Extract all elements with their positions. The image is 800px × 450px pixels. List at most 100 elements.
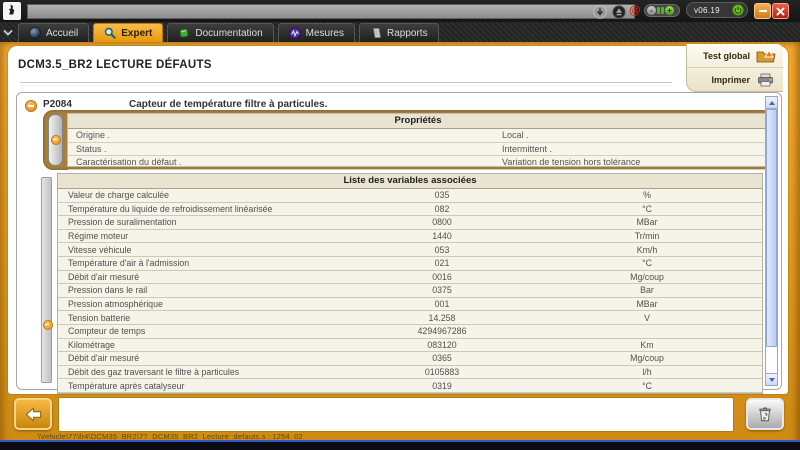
- scroll-down-icon: [769, 378, 775, 382]
- variable-row: Débit d'air mesuré0365Mg/coup: [58, 352, 762, 366]
- variable-name: Température d'air à l'admission: [58, 258, 352, 268]
- print-label: Imprimer: [711, 75, 750, 85]
- variable-name: Débit d'air mesuré: [58, 353, 352, 363]
- tab-bar-tabs: Accueil Expert Documentation Mesures Rapport…: [18, 23, 439, 42]
- properties-container: Propriétés Origine .Local .Status .Inter…: [43, 110, 773, 170]
- variable-row: Température du liquide de refroidissemen…: [58, 203, 762, 217]
- variable-unit: Km: [532, 340, 762, 350]
- home-icon: [29, 27, 41, 39]
- book-icon: [178, 27, 190, 39]
- collapse-fault-icon[interactable]: [25, 100, 37, 112]
- variable-value: 0800: [352, 217, 532, 227]
- variable-name: Pression dans le rail: [58, 285, 352, 295]
- wave-icon: [289, 27, 301, 39]
- variable-unit: Km/h: [532, 245, 762, 255]
- download-icon[interactable]: [592, 4, 607, 19]
- zoom-level-bar: [661, 7, 664, 14]
- variable-value: 0375: [352, 285, 532, 295]
- test-global-label: Test global: [703, 51, 750, 61]
- print-button[interactable]: Imprimer: [687, 68, 783, 91]
- tab-mesures[interactable]: Mesures: [278, 23, 355, 42]
- variable-unit: Bar: [532, 285, 762, 295]
- variable-row: Pression de suralimentation0800MBar: [58, 216, 762, 230]
- variable-unit: V: [532, 313, 762, 323]
- variables-table: Liste des variables associées Valeur de …: [57, 173, 763, 394]
- tab-label: Accueil: [46, 28, 78, 39]
- diagnostic-app-window: @ - + v06.19 Accueil Expert Documentation M…: [0, 0, 800, 450]
- variable-unit: MBar: [532, 217, 762, 227]
- actions-panel: Test global Imprimer: [686, 44, 783, 92]
- variable-value: 14.258: [352, 313, 532, 323]
- zoom-out-button[interactable]: -: [647, 6, 656, 15]
- title-bar: @ - + v06.19: [0, 0, 800, 22]
- tab-label: Rapports: [387, 28, 428, 39]
- zoom-in-button[interactable]: +: [665, 6, 674, 15]
- scroll-down-button[interactable]: [766, 373, 777, 385]
- variable-row: Compteur de temps4294967286: [58, 325, 762, 339]
- variable-value: 0105883: [352, 367, 532, 377]
- properties-side-button[interactable]: [48, 114, 63, 166]
- scrollbar-thumb[interactable]: [766, 109, 777, 347]
- variable-row: Pression atmosphérique001MBar: [58, 298, 762, 312]
- version-indicator: v06.19: [686, 2, 748, 18]
- tab-rapports[interactable]: Rapports: [359, 23, 439, 42]
- lion-icon: [5, 2, 19, 21]
- magnifier-icon: [104, 27, 116, 39]
- variable-name: Kilométrage: [58, 340, 352, 350]
- tab-label: Expert: [121, 28, 152, 39]
- variable-row: Débit d'air mesuré0016Mg/coup: [58, 271, 762, 285]
- collapse-variables-icon[interactable]: [43, 320, 53, 330]
- trash-icon: [756, 405, 774, 423]
- property-value: Local .: [502, 130, 768, 140]
- variable-row: Valeur de charge calculée035%: [58, 189, 762, 203]
- property-label: Origine .: [68, 130, 502, 140]
- variable-unit: °C: [532, 381, 762, 391]
- variables-table-title: Liste des variables associées: [58, 174, 762, 189]
- collapse-properties-icon[interactable]: [51, 135, 61, 145]
- variable-row: Pression dans le rail0375Bar: [58, 284, 762, 298]
- minimize-button[interactable]: [754, 3, 771, 19]
- back-button[interactable]: [14, 398, 52, 430]
- eject-icon[interactable]: [611, 4, 626, 19]
- variable-value: 1440: [352, 231, 532, 241]
- variable-row: Température après catalyseur0319°C: [58, 379, 762, 393]
- variable-name: Pression de suralimentation: [58, 217, 352, 227]
- zoom-control[interactable]: - +: [644, 4, 680, 17]
- property-label: Caractérisation du défaut .: [68, 157, 502, 167]
- fault-description: Capteur de température filtre à particul…: [129, 99, 327, 110]
- zoom-level-bar: [657, 7, 660, 14]
- variable-value: 083120: [352, 340, 532, 350]
- tab-documentation[interactable]: Documentation: [167, 23, 273, 42]
- page-title: DCM3.5_BR2 LECTURE DÉFAUTS: [18, 59, 212, 71]
- variable-value: 001: [352, 299, 532, 309]
- variable-row: Température d'air à l'admission021°C: [58, 257, 762, 271]
- back-arrow-icon: [24, 405, 43, 424]
- properties-table-body: Origine .Local .Status .Intermittent .Ca…: [68, 129, 768, 170]
- scroll-up-button[interactable]: [766, 97, 777, 109]
- at-icon[interactable]: @: [629, 3, 641, 17]
- close-button[interactable]: [772, 3, 789, 19]
- version-label: v06.19: [694, 6, 720, 15]
- variable-name: Débit des gaz traversant le filtre à par…: [58, 367, 352, 377]
- variables-table-body: Valeur de charge calculée035%Température…: [58, 189, 762, 393]
- variable-name: Tension batterie: [58, 313, 352, 323]
- title-separator: [20, 82, 672, 86]
- variables-side-strip[interactable]: [41, 177, 52, 383]
- variable-row: Tension batterie14.258V: [58, 311, 762, 325]
- power-icon[interactable]: [732, 4, 744, 16]
- fault-panel: P2084 Capteur de température filtre à pa…: [16, 92, 782, 390]
- tab-expert[interactable]: Expert: [93, 23, 163, 42]
- variable-value: 4294967286: [352, 326, 532, 336]
- variable-value: 035: [352, 190, 532, 200]
- test-global-button[interactable]: Test global: [687, 44, 783, 68]
- tab-accueil[interactable]: Accueil: [18, 23, 89, 42]
- variable-unit: %: [532, 190, 762, 200]
- variable-unit: Mg/coup: [532, 353, 762, 363]
- variable-value: 021: [352, 258, 532, 268]
- clear-faults-button[interactable]: [746, 398, 784, 430]
- close-icon: [776, 7, 785, 16]
- variable-value: 082: [352, 204, 532, 214]
- vertical-scrollbar[interactable]: [765, 96, 778, 386]
- variable-unit: l/h: [532, 367, 762, 377]
- message-area[interactable]: [58, 397, 734, 432]
